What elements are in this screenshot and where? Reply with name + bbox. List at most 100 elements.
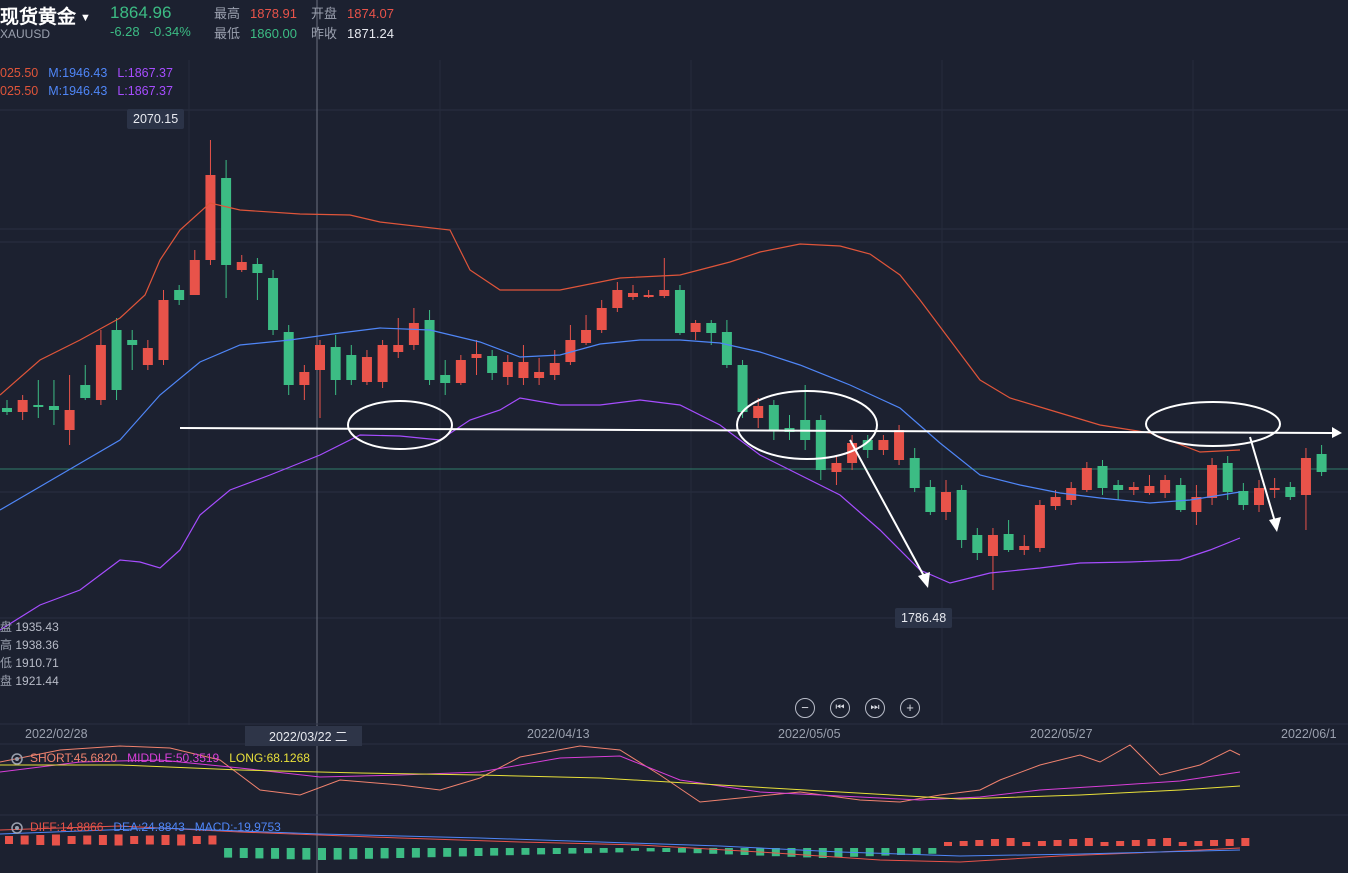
macd-bar bbox=[803, 848, 812, 858]
candle-body bbox=[377, 345, 388, 382]
gear-icon[interactable] bbox=[10, 821, 24, 835]
ohlc-key: 盘 bbox=[0, 674, 13, 688]
ohlc-key: 高 bbox=[0, 638, 13, 652]
ohlc-value: 1910.71 bbox=[15, 656, 59, 670]
instrument-symbol: XAUUSD bbox=[0, 27, 51, 41]
trend-arrow bbox=[1249, 436, 1276, 523]
prev-close-stat: 昨收 1871.24 bbox=[311, 23, 394, 42]
macd-value: MACD:-19.9753 bbox=[194, 820, 281, 834]
dea-value: DEA:24.8843 bbox=[113, 820, 185, 834]
candle-body bbox=[1019, 546, 1030, 550]
candle-body bbox=[424, 320, 435, 380]
date-tick: 2022/05/05 bbox=[778, 727, 841, 741]
macd-bar bbox=[380, 848, 389, 859]
macd-bar bbox=[1163, 838, 1172, 846]
gear-icon[interactable] bbox=[10, 752, 24, 766]
candle-body bbox=[925, 487, 936, 512]
support-line bbox=[179, 427, 1333, 434]
candle-body bbox=[2, 408, 12, 412]
macd-bar bbox=[646, 848, 655, 852]
candle-body bbox=[721, 332, 732, 365]
low-stat: 最低 1860.00 bbox=[214, 23, 297, 42]
macd-bar bbox=[584, 848, 593, 854]
open-stat: 开盘 1874.07 bbox=[311, 3, 394, 22]
candle-body bbox=[674, 290, 685, 333]
candle-body bbox=[972, 535, 983, 553]
candle-body bbox=[549, 363, 560, 375]
zoom-in-button[interactable]: + bbox=[900, 698, 920, 718]
macd-bar bbox=[1037, 841, 1046, 846]
boll-mid: M:1946.43 bbox=[48, 84, 108, 98]
macd-bar bbox=[881, 848, 890, 856]
candle-body bbox=[706, 323, 717, 333]
macd-bar bbox=[615, 848, 624, 853]
open-value: 1874.07 bbox=[347, 6, 395, 21]
macd-bar bbox=[1006, 838, 1015, 846]
candle-body bbox=[205, 175, 216, 260]
change-value: -6.28 bbox=[110, 24, 140, 39]
candle-body bbox=[95, 345, 106, 400]
high-stat: 最高 1878.91 bbox=[214, 3, 297, 22]
candle-body bbox=[64, 410, 75, 430]
diff-value: DIFF:14.8866 bbox=[30, 820, 104, 834]
macd-bar bbox=[318, 848, 326, 860]
macd-bar bbox=[1022, 842, 1031, 846]
chevron-down-icon[interactable]: ▼ bbox=[80, 12, 91, 24]
arrow-head bbox=[1269, 517, 1281, 532]
macd-bar bbox=[255, 848, 264, 859]
candle-body bbox=[487, 356, 498, 373]
open-label: 开盘 bbox=[311, 6, 338, 21]
scroll-left-button[interactable]: ⏮ bbox=[830, 698, 850, 718]
middle-value: MIDDLE:50.3519 bbox=[127, 751, 220, 765]
candlestick-chart[interactable] bbox=[0, 0, 1348, 873]
macd-bar bbox=[1084, 838, 1093, 846]
arrow-head bbox=[918, 572, 930, 588]
macd-bar bbox=[458, 848, 467, 857]
scroll-right-button[interactable]: ⏭ bbox=[865, 698, 885, 718]
macd-bar bbox=[865, 848, 874, 857]
candle-body bbox=[330, 347, 341, 380]
macd-bar bbox=[599, 848, 608, 853]
candle-body bbox=[80, 385, 91, 398]
macd-bar bbox=[1100, 842, 1109, 846]
macd-bar bbox=[114, 834, 123, 846]
macd-bar bbox=[1147, 839, 1156, 846]
macd-bar bbox=[568, 848, 577, 854]
macd-bar bbox=[98, 835, 107, 845]
macd-bar bbox=[944, 842, 952, 846]
candle-body bbox=[158, 300, 169, 360]
zoom-out-button[interactable]: − bbox=[795, 698, 815, 718]
candle-body bbox=[142, 348, 153, 365]
candle-body bbox=[236, 262, 247, 270]
candle-body bbox=[361, 357, 372, 382]
candle-body bbox=[1238, 491, 1249, 505]
macd-bar bbox=[443, 848, 452, 857]
candle-body bbox=[1050, 497, 1061, 506]
candle-body bbox=[690, 323, 701, 332]
candle-body bbox=[1175, 485, 1186, 510]
macd-bar bbox=[177, 834, 186, 846]
candle-body bbox=[1160, 480, 1171, 493]
ohlc-value: 1938.36 bbox=[15, 638, 59, 652]
macd-bar bbox=[83, 835, 92, 845]
candle-body bbox=[48, 406, 59, 410]
candle-body bbox=[643, 295, 654, 297]
macd-bar bbox=[145, 835, 154, 845]
candle-body bbox=[1207, 465, 1218, 498]
boll-lower: L:1867.37 bbox=[117, 84, 173, 98]
boll-lower-line bbox=[0, 397, 1241, 631]
candle-body bbox=[518, 362, 529, 378]
macd-bar bbox=[5, 836, 13, 844]
instrument-title[interactable]: 现货黄金 ▼ bbox=[0, 2, 91, 29]
candle-body bbox=[1222, 463, 1233, 492]
candle-body bbox=[1003, 534, 1014, 550]
candle-body bbox=[831, 463, 842, 472]
macd-bar bbox=[490, 848, 499, 856]
macd-bar bbox=[1210, 840, 1219, 846]
ohlc-key: 盘 bbox=[0, 620, 13, 634]
macd-bar bbox=[1131, 840, 1140, 846]
candle-body bbox=[440, 375, 451, 383]
candle-body bbox=[1034, 505, 1045, 548]
date-tick-selected: 2022/03/22 二 bbox=[245, 726, 362, 746]
macd-bar bbox=[302, 848, 311, 860]
